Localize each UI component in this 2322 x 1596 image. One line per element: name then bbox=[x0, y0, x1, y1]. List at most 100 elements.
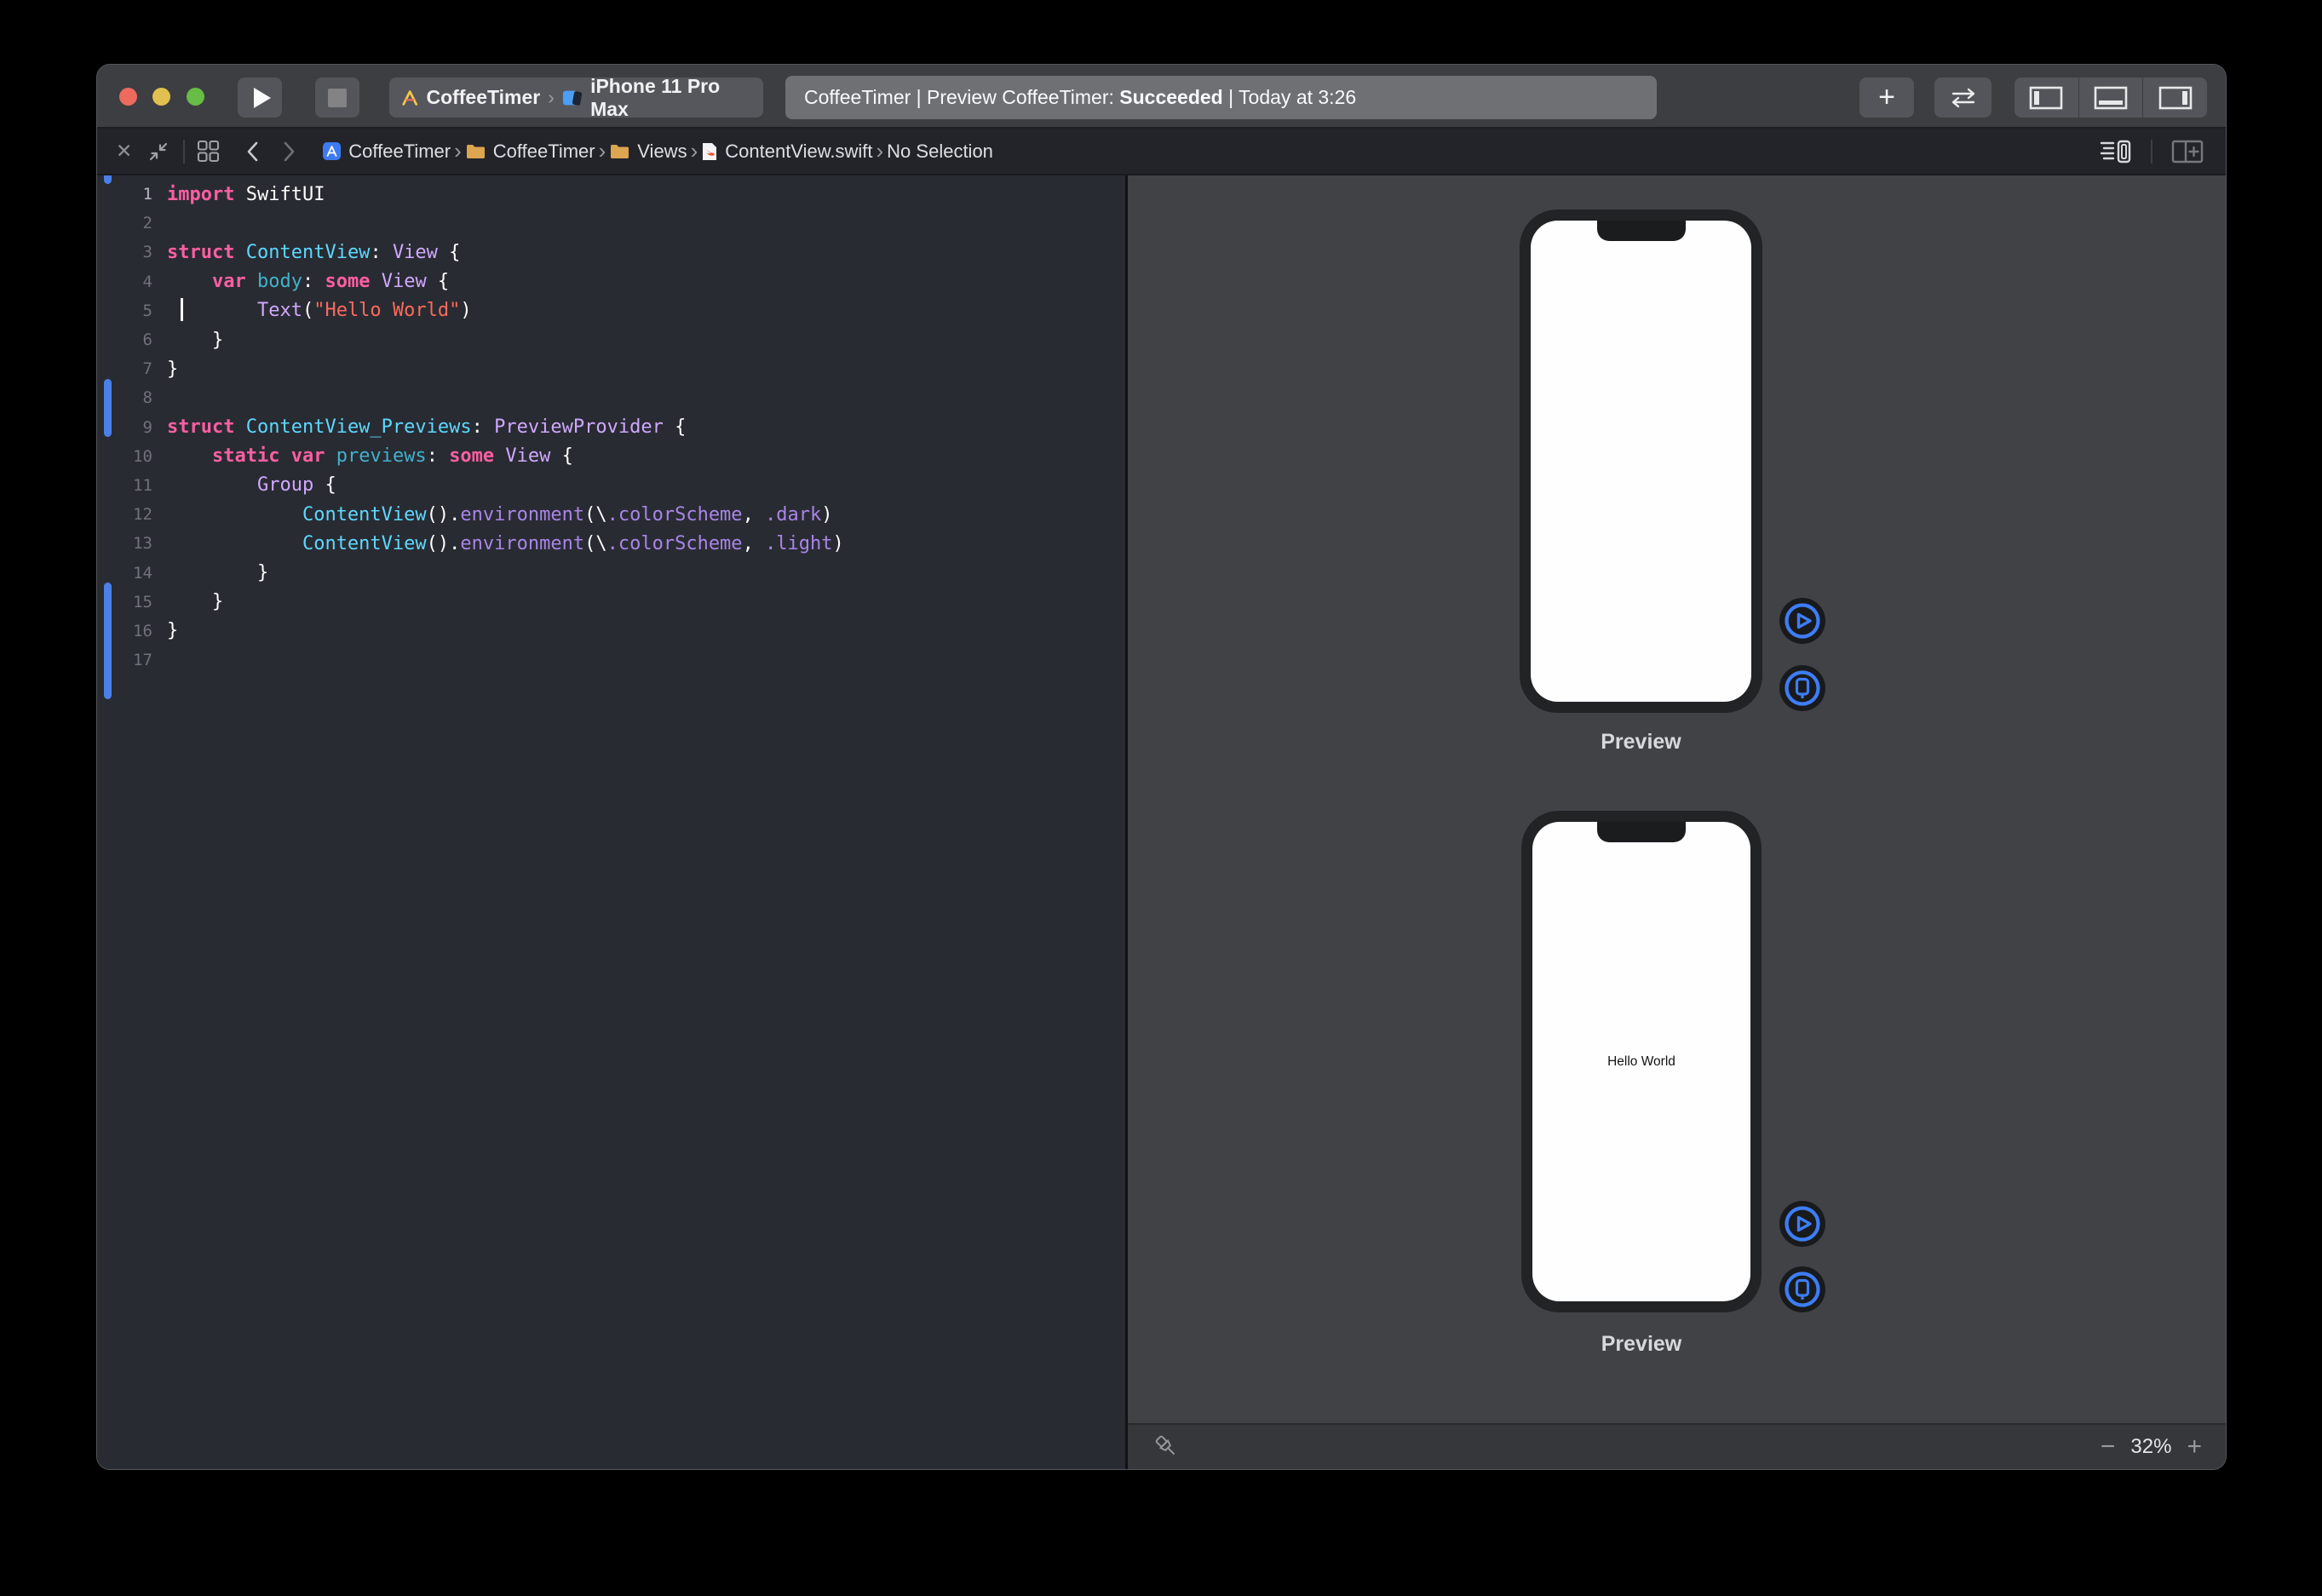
breadcrumb-file[interactable]: ContentView.swift bbox=[701, 141, 872, 163]
live-preview-button[interactable] bbox=[1779, 597, 1826, 645]
stop-button[interactable] bbox=[315, 78, 359, 118]
close-editor-button[interactable]: ✕ bbox=[116, 140, 132, 163]
preview-screen-text: Hello World bbox=[1607, 1054, 1675, 1070]
code-line[interactable]: 1import SwiftUI bbox=[97, 180, 1125, 209]
line-number[interactable]: 12 bbox=[97, 505, 167, 524]
code-text: static var previews: some View { bbox=[167, 445, 573, 467]
code-line[interactable]: 3struct ContentView: View { bbox=[97, 238, 1125, 267]
toggle-inspector-button[interactable] bbox=[2142, 78, 2207, 118]
line-number[interactable]: 3 bbox=[97, 243, 167, 261]
breadcrumb-selection[interactable]: No Selection bbox=[887, 141, 993, 163]
line-number[interactable]: 11 bbox=[97, 476, 167, 495]
code-text: } bbox=[167, 620, 178, 641]
version-editor-button[interactable] bbox=[1934, 78, 1992, 118]
code-text: ContentView().environment(\.colorScheme,… bbox=[167, 533, 844, 554]
go-back-button[interactable] bbox=[245, 141, 259, 163]
line-number[interactable]: 6 bbox=[97, 330, 167, 349]
code-editor[interactable]: 1import SwiftUI23struct ContentView: Vie… bbox=[97, 175, 1125, 1469]
code-line[interactable]: 15 } bbox=[97, 588, 1125, 617]
related-items-button[interactable] bbox=[197, 140, 220, 163]
pin-preview-button[interactable] bbox=[1152, 1432, 1182, 1462]
breadcrumb-group[interactable]: Views bbox=[609, 141, 687, 163]
folder-icon bbox=[465, 143, 486, 160]
close-window-button[interactable] bbox=[119, 88, 137, 106]
code-text: import SwiftUI bbox=[167, 184, 325, 205]
desktop: CoffeeTimer › iPhone 11 Pro Max CoffeeTi… bbox=[0, 0, 2322, 1596]
code-line[interactable]: 17 bbox=[97, 646, 1125, 675]
bottom-panel-icon bbox=[2094, 86, 2128, 110]
library-button[interactable]: + bbox=[1859, 78, 1914, 118]
line-number[interactable]: 14 bbox=[97, 564, 167, 583]
breadcrumb-group[interactable]: CoffeeTimer bbox=[465, 141, 595, 163]
chevron-separator-icon: › bbox=[873, 138, 888, 164]
minimize-window-button[interactable] bbox=[152, 88, 170, 106]
code-line[interactable]: 14 } bbox=[97, 558, 1125, 587]
jump-bar: ✕ bbox=[97, 129, 2226, 175]
preview-on-device-button[interactable] bbox=[1779, 664, 1826, 712]
focus-editor-button[interactable] bbox=[147, 141, 170, 163]
project-app-icon bbox=[401, 89, 418, 107]
code-line[interactable]: 11 Group { bbox=[97, 471, 1125, 500]
device-notch-icon bbox=[1597, 822, 1686, 842]
scheme-device-label: iPhone 11 Pro Max bbox=[590, 75, 751, 121]
destination-device-icon bbox=[562, 89, 583, 107]
code-line[interactable]: 12 ContentView().environment(\.colorSche… bbox=[97, 500, 1125, 529]
line-number[interactable]: 4 bbox=[97, 273, 167, 291]
line-number[interactable]: 10 bbox=[97, 447, 167, 466]
zoom-controls: − 32% + bbox=[2101, 1432, 2202, 1461]
code-line[interactable]: 13 ContentView().environment(\.colorSche… bbox=[97, 529, 1125, 558]
line-number[interactable]: 5 bbox=[97, 301, 167, 320]
minimize-arrows-icon bbox=[147, 141, 170, 163]
preview-label: Preview bbox=[1520, 730, 1762, 755]
editor-options-icon bbox=[2100, 140, 2132, 164]
app-icon bbox=[322, 141, 342, 161]
code-line[interactable]: 16} bbox=[97, 617, 1125, 646]
preview-on-device-button[interactable] bbox=[1779, 1266, 1826, 1313]
chevron-separator-icon: › bbox=[451, 138, 465, 164]
code-line[interactable]: 2 bbox=[97, 209, 1125, 238]
line-number[interactable]: 16 bbox=[97, 622, 167, 640]
jumpbar-right-controls bbox=[2100, 140, 2226, 164]
code-text: struct ContentView_Previews: PreviewProv… bbox=[167, 416, 686, 438]
live-preview-button[interactable] bbox=[1779, 1200, 1826, 1248]
code-line[interactable]: 4 var body: some View { bbox=[97, 267, 1125, 296]
device-preview-dark[interactable] bbox=[1520, 210, 1762, 713]
line-number[interactable]: 17 bbox=[97, 651, 167, 669]
code-text: } bbox=[167, 330, 223, 351]
code-line[interactable]: 10 static var previews: some View { bbox=[97, 442, 1125, 471]
add-editor-button[interactable] bbox=[2171, 140, 2204, 164]
device-circle-icon bbox=[1779, 1266, 1826, 1313]
code-text: struct ContentView: View { bbox=[167, 242, 460, 263]
line-number[interactable]: 15 bbox=[97, 593, 167, 611]
code-text: Group { bbox=[167, 474, 336, 496]
code-line[interactable]: 8 bbox=[97, 383, 1125, 412]
code-line[interactable]: 6 } bbox=[97, 325, 1125, 354]
add-editor-icon bbox=[2171, 140, 2204, 164]
zoom-level[interactable]: 32% bbox=[2130, 1435, 2171, 1459]
scheme-selector[interactable]: CoffeeTimer › iPhone 11 Pro Max bbox=[389, 78, 763, 118]
zoom-in-button[interactable]: + bbox=[2187, 1432, 2202, 1461]
activity-status-bar[interactable]: CoffeeTimer | Preview CoffeeTimer: Succe… bbox=[785, 76, 1657, 119]
code-line[interactable]: 7} bbox=[97, 354, 1125, 383]
device-screen: Hello World bbox=[1532, 822, 1750, 1301]
line-number[interactable]: 9 bbox=[97, 418, 167, 437]
device-circle-icon bbox=[1779, 664, 1826, 712]
zoom-out-button[interactable]: − bbox=[2101, 1432, 2116, 1461]
toggle-navigator-button[interactable] bbox=[2015, 78, 2078, 118]
editor-options-button[interactable] bbox=[2100, 140, 2132, 164]
line-number[interactable]: 7 bbox=[97, 359, 167, 378]
code-text: Text("Hello World") bbox=[167, 300, 472, 321]
breadcrumb-project[interactable]: CoffeeTimer bbox=[322, 141, 451, 163]
run-button[interactable] bbox=[238, 78, 282, 118]
line-number[interactable]: 2 bbox=[97, 214, 167, 233]
line-number[interactable]: 13 bbox=[97, 534, 167, 553]
code-line[interactable]: 5 Text("Hello World") bbox=[97, 296, 1125, 325]
zoom-window-button[interactable] bbox=[187, 88, 204, 106]
go-forward-button[interactable] bbox=[283, 141, 296, 163]
code-line[interactable]: 9struct ContentView_Previews: PreviewPro… bbox=[97, 413, 1125, 442]
line-number[interactable]: 8 bbox=[97, 388, 167, 407]
line-number[interactable]: 1 bbox=[97, 185, 167, 204]
device-preview-light[interactable]: Hello World bbox=[1521, 811, 1762, 1312]
preview-canvas: Preview Hello World bbox=[1125, 175, 2226, 1469]
toggle-debug-area-button[interactable] bbox=[2078, 78, 2143, 118]
